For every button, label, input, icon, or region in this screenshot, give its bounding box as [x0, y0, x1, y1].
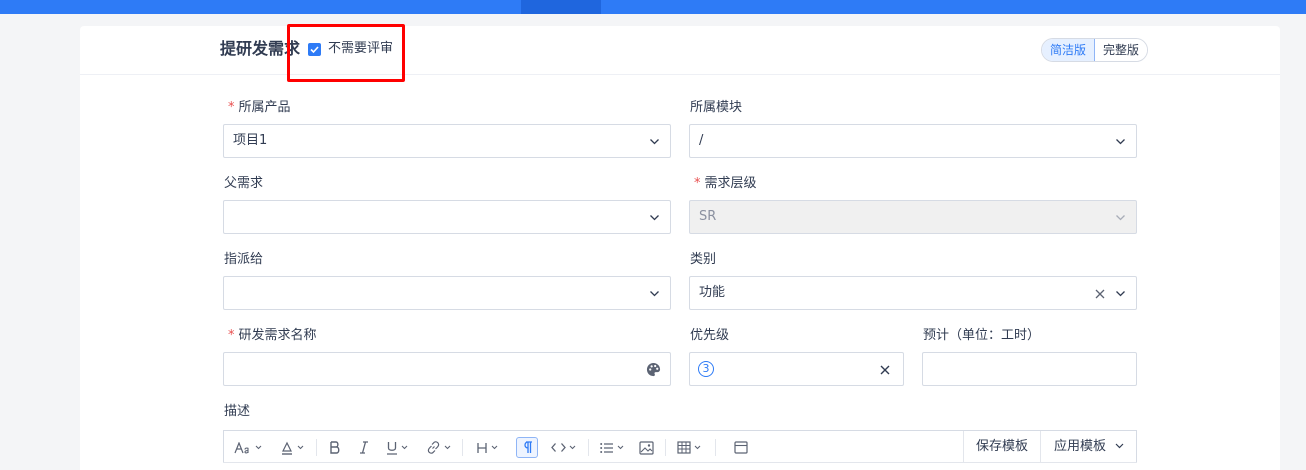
top-nav-active-tab[interactable] [521, 0, 601, 14]
underline-icon [387, 441, 397, 455]
chevron-down-icon [255, 445, 262, 450]
description-label: 描述 [224, 404, 251, 419]
italic-button[interactable] [358, 437, 370, 458]
parent-label: 父需求 [224, 176, 264, 191]
product-label: * 所属产品 [228, 100, 291, 115]
toolbar-separator [588, 439, 589, 456]
chevron-down-icon [401, 445, 408, 450]
heading-button[interactable] [476, 437, 498, 458]
top-nav-bar [0, 0, 1306, 14]
code-button[interactable] [551, 437, 576, 458]
required-mark: * [228, 328, 235, 343]
italic-icon [360, 441, 368, 454]
priority-select[interactable]: 3 [689, 352, 904, 386]
link-button[interactable] [426, 437, 451, 458]
required-mark: * [694, 176, 701, 191]
name-label: * 研发需求名称 [228, 328, 317, 343]
estimate-input[interactable] [922, 352, 1137, 386]
category-label: 类别 [690, 252, 717, 267]
chevron-down-icon [650, 215, 659, 221]
form-card [80, 26, 1280, 470]
chevron-down-icon [650, 291, 659, 297]
module-select[interactable]: / [689, 124, 1137, 158]
toolbar-divider [1040, 431, 1041, 463]
highlight-box [287, 24, 405, 82]
toolbar-separator [316, 439, 317, 456]
editor-toolbar: 保存模板 应用模板 [223, 430, 1137, 463]
level-label: * 需求层级 [694, 176, 757, 191]
clear-icon[interactable] [1094, 288, 1106, 300]
full-version-button[interactable]: 完整版 [1095, 39, 1148, 61]
heading-icon [477, 442, 487, 453]
toolbar-separator [715, 439, 716, 456]
layout-icon [734, 441, 748, 454]
palette-icon[interactable] [646, 362, 661, 377]
chevron-down-icon [1115, 443, 1124, 449]
toolbar-divider [963, 431, 964, 463]
chevron-down-icon [297, 445, 304, 450]
apply-template-button[interactable]: 应用模板 [1054, 431, 1124, 463]
chevron-down-icon [650, 139, 659, 145]
priority-label: 优先级 [690, 328, 730, 343]
estimate-label: 预计（单位：工时） [923, 328, 1041, 343]
color-icon [282, 441, 292, 455]
chevron-down-icon [491, 445, 498, 450]
list-button[interactable] [600, 437, 624, 458]
assignee-select[interactable] [223, 276, 671, 310]
bold-button[interactable] [329, 437, 341, 458]
module-label: 所属模块 [690, 100, 743, 115]
chevron-down-icon [444, 445, 451, 450]
simple-version-button[interactable]: 简洁版 [1042, 39, 1096, 61]
chevron-down-icon [694, 445, 701, 450]
underline-button[interactable] [386, 437, 408, 458]
product-value: 项目1 [233, 133, 268, 148]
required-mark: * [228, 100, 235, 115]
clear-icon[interactable] [879, 364, 891, 376]
chevron-down-icon [1116, 291, 1125, 297]
chevron-down-icon [617, 445, 624, 450]
toolbar-separator [462, 439, 463, 456]
list-icon [600, 442, 613, 453]
module-value: / [699, 133, 704, 148]
toolbar-separator [665, 439, 666, 456]
name-input[interactable] [223, 352, 671, 386]
level-value: SR [699, 209, 717, 224]
save-template-button[interactable]: 保存模板 [976, 431, 1028, 463]
apply-template-label: 应用模板 [1054, 439, 1107, 454]
category-select[interactable]: 功能 [689, 276, 1137, 310]
editor-toolbar-divider [223, 462, 1137, 463]
image-button[interactable] [639, 437, 654, 458]
category-value: 功能 [699, 285, 726, 300]
product-select[interactable]: 项目1 [223, 124, 671, 158]
priority-badge: 3 [698, 361, 714, 377]
paragraph-button[interactable] [516, 437, 538, 458]
font-size-icon [234, 441, 249, 453]
version-toggle: 简洁版 完整版 [1041, 38, 1149, 62]
font-size-button[interactable] [234, 437, 262, 458]
assignee-label: 指派给 [224, 252, 264, 267]
code-icon [551, 443, 566, 452]
chevron-down-icon [569, 445, 576, 450]
link-icon [427, 441, 440, 454]
bold-icon [330, 441, 340, 454]
level-select: SR [689, 200, 1137, 234]
table-button[interactable] [677, 437, 701, 458]
color-button[interactable] [280, 437, 304, 458]
paragraph-icon [524, 441, 532, 453]
layout-button[interactable] [734, 437, 748, 458]
parent-select[interactable] [223, 200, 671, 234]
header-divider [80, 74, 1280, 75]
chevron-down-icon [1116, 139, 1125, 145]
chevron-down-icon [1116, 215, 1125, 221]
table-icon [677, 441, 691, 454]
image-icon [639, 440, 654, 455]
